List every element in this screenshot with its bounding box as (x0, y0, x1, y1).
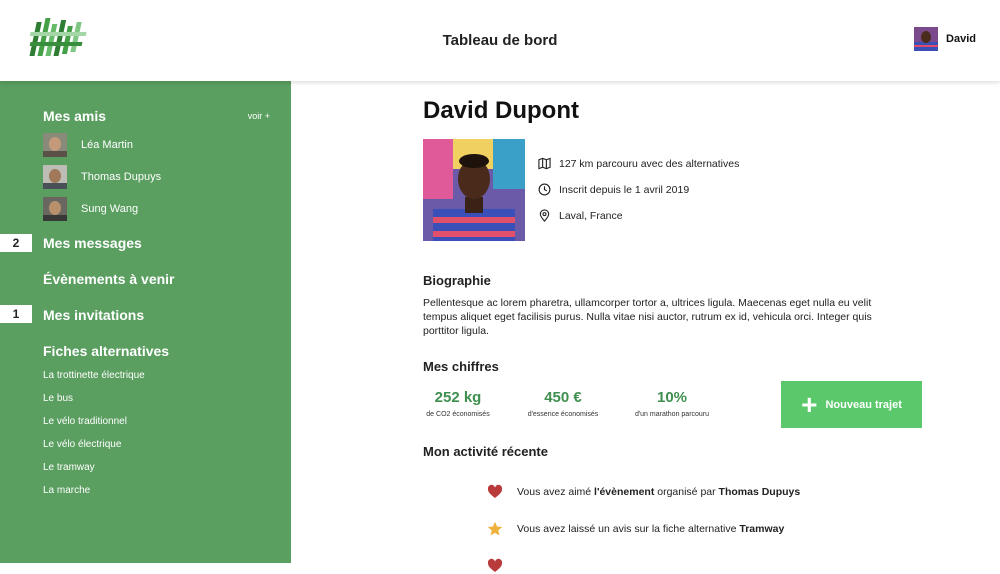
activity-text: Vous avez laissé un avis sur la fiche al… (517, 523, 785, 535)
new-trip-button[interactable]: + Nouveau trajet (781, 381, 922, 428)
alternative-link[interactable]: La marche (43, 485, 90, 496)
activity-item: Vous avez aimé l'évènement organisé par … (487, 484, 800, 500)
sidebar-item-messages[interactable]: Mes messages (43, 235, 142, 251)
alternative-link[interactable]: Le tramway (43, 462, 95, 473)
member-since-text: Inscrit depuis le 1 avril 2019 (559, 183, 690, 196)
avatar (43, 197, 67, 221)
alternative-link[interactable]: Le vélo traditionnel (43, 416, 127, 427)
profile-photo (423, 139, 525, 241)
stat-value: 450 € (544, 389, 582, 406)
plus-icon: + (801, 388, 818, 420)
bio-text: Pellentesque ac lorem pharetra, ullamcor… (423, 297, 872, 337)
location-pin-icon (539, 209, 550, 222)
avatar (43, 133, 67, 157)
friends-title[interactable]: Mes amis (43, 108, 106, 124)
heart-icon (487, 558, 503, 572)
new-trip-label: Nouveau trajet (825, 398, 902, 411)
distance-info: 127 km parcouru avec des alternatives (538, 157, 739, 170)
stat-co2: 252 kg de CO2 économisés (403, 389, 513, 418)
stat-value: 10% (656, 389, 688, 406)
stat-label: de CO2 économisés (426, 411, 490, 418)
friend-item[interactable]: Thomas Dupuys (43, 165, 161, 189)
avatar (914, 27, 939, 51)
invitations-count-badge: 1 (0, 305, 32, 323)
page-title: Tableau de bord (442, 32, 558, 49)
activity-title: Mon activité récente (423, 444, 548, 459)
friend-item[interactable]: Léa Martin (43, 133, 133, 157)
avatar (43, 165, 67, 189)
see-more-link[interactable]: voir + (248, 111, 270, 121)
sidebar: Mes amis voir + Léa Martin Thomas Dupuys… (0, 81, 291, 563)
stat-label: d'essence économisés (527, 411, 599, 418)
user-menu[interactable]: David (914, 27, 976, 51)
sidebar-item-invitations[interactable]: Mes invitations (43, 307, 144, 323)
friend-name: Léa Martin (81, 139, 133, 151)
location-info: Laval, France (538, 209, 623, 222)
stat-marathon: 10% d'un marathon parcouru (617, 389, 727, 418)
stat-fuel: 450 € d'essence économisés (508, 389, 618, 418)
activity-text: Vous avez aimé l'évènement organisé par … (517, 486, 801, 498)
heart-icon (487, 484, 503, 498)
stats-title: Mes chiffres (423, 359, 499, 374)
clock-icon (538, 183, 551, 196)
top-bar: Tableau de bord David (0, 0, 1000, 81)
user-name: David (946, 33, 976, 45)
messages-count-badge: 2 (0, 234, 32, 252)
friend-name: Sung Wang (81, 203, 139, 215)
map-icon (538, 157, 551, 170)
main-content: David Dupont 127 km parcouru avec des al… (291, 81, 1000, 572)
member-since-info: Inscrit depuis le 1 avril 2019 (538, 183, 689, 196)
stat-label: d'un marathon parcouru (634, 411, 710, 418)
stat-value: 252 kg (434, 389, 482, 406)
distance-text: 127 km parcouru avec des alternatives (559, 157, 740, 170)
alternative-link[interactable]: Le vélo électrique (43, 439, 121, 450)
bio-title: Biographie (423, 273, 491, 288)
sidebar-item-alternatives[interactable]: Fiches alternatives (43, 343, 169, 359)
friend-name: Thomas Dupuys (81, 171, 162, 183)
alternative-link[interactable]: Le bus (43, 393, 73, 404)
profile-name: David Dupont (423, 97, 579, 124)
location-text: Laval, France (559, 209, 623, 222)
activity-item: Vous avez laissé un avis sur la fiche al… (487, 521, 784, 537)
alternative-link[interactable]: La trottinette électrique (43, 370, 145, 381)
friend-item[interactable]: Sung Wang (43, 197, 138, 221)
sidebar-item-events[interactable]: Évènements à venir (43, 271, 175, 287)
star-icon (487, 521, 503, 536)
